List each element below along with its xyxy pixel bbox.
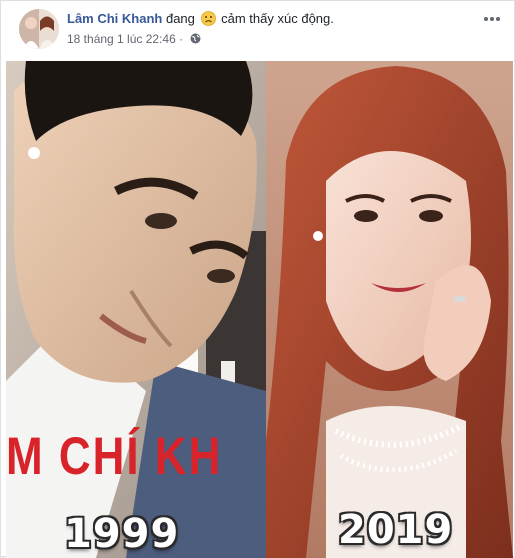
globe-icon[interactable] [190, 33, 201, 44]
post-title-line: Lâm Chi Khanh đang cảm thấy xúc động. [67, 11, 334, 26]
photo-panel-2019: 2019 [266, 61, 513, 558]
post-timestamp[interactable]: 18 tháng 1 lúc 22:46 [67, 32, 176, 46]
feeling-prefix: đang [165, 11, 195, 26]
poster-title-text: M CHÍ KH [6, 427, 223, 486]
post-header: Lâm Chi Khanh đang cảm thấy xúc động. 18… [1, 1, 515, 57]
post-card: Lâm Chi Khanh đang cảm thấy xúc động. 18… [0, 0, 515, 558]
year-label-1999: 1999 [64, 511, 180, 557]
author-name-link[interactable]: Lâm Chi Khanh [67, 11, 162, 26]
avatar-image [19, 9, 59, 49]
photo-panel-1999: M CHÍ KH 1999 [6, 61, 266, 558]
portrait-2019-image [266, 61, 513, 558]
year-label-2019: 2019 [338, 507, 454, 553]
profile-avatar[interactable] [19, 9, 59, 49]
more-options-button[interactable] [482, 11, 502, 27]
ellipsis-icon [484, 17, 500, 21]
feeling-text: cảm thấy xúc động. [221, 11, 334, 26]
post-photo[interactable]: M CHÍ KH 1999 2019 [6, 61, 513, 558]
sad-face-icon [200, 11, 216, 26]
separator-dot: · [179, 32, 184, 46]
post-meta: 18 tháng 1 lúc 22:46 · [67, 32, 201, 46]
